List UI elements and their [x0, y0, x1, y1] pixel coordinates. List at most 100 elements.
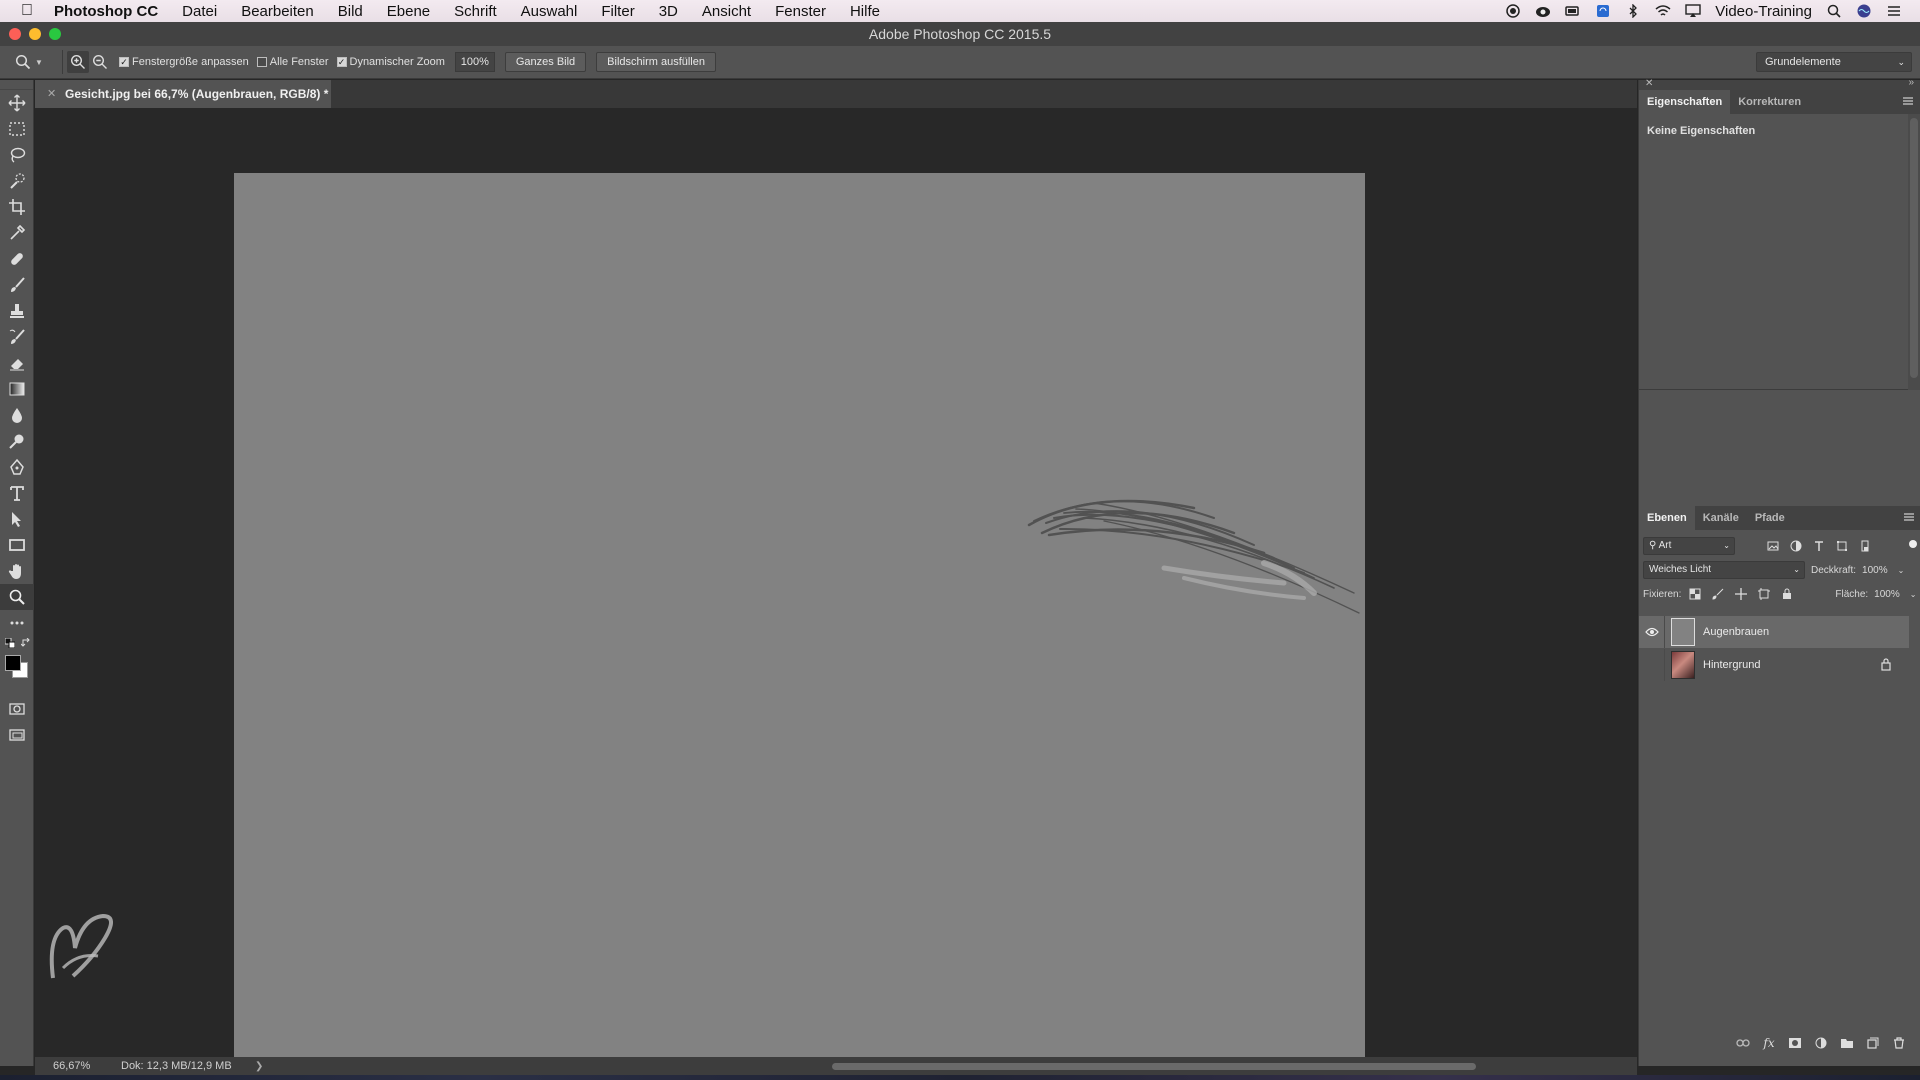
menu-bild[interactable]: Bild: [326, 3, 375, 20]
lock-position-icon[interactable]: [1733, 586, 1749, 602]
eraser-tool[interactable]: [0, 350, 34, 376]
foreground-color-swatch[interactable]: [5, 655, 21, 671]
zoom-tool[interactable]: [0, 584, 34, 610]
record-icon[interactable]: [1505, 4, 1521, 18]
minimize-window-button[interactable]: [29, 28, 41, 40]
screen-mode-button[interactable]: [0, 722, 34, 748]
filter-smart-objects-icon[interactable]: [1857, 538, 1873, 554]
new-group-folder-icon[interactable]: [1839, 1035, 1855, 1051]
properties-scrollbar[interactable]: [1908, 114, 1920, 390]
crop-tool[interactable]: [0, 194, 34, 220]
move-tool[interactable]: [0, 90, 34, 116]
path-selection-tool[interactable]: [0, 506, 34, 532]
panel-menu-icon[interactable]: [1903, 511, 1915, 523]
tab-korrekturen[interactable]: Korrekturen: [1730, 90, 1809, 114]
edit-toolbar-button[interactable]: [0, 610, 34, 636]
close-tab-icon[interactable]: ✕: [47, 80, 56, 108]
tab-eigenschaften[interactable]: Eigenschaften: [1639, 90, 1731, 114]
zoom-out-button[interactable]: [89, 51, 111, 73]
blend-mode-dropdown[interactable]: Weiches Licht ⌄: [1643, 561, 1805, 579]
menubar-user-name[interactable]: Video-Training: [1715, 3, 1812, 20]
lock-all-icon[interactable]: [1779, 586, 1795, 602]
zoom-in-button[interactable]: [67, 51, 89, 73]
lasso-tool[interactable]: [0, 142, 34, 168]
status-menu-arrow-icon[interactable]: ❯: [255, 1061, 263, 1072]
add-mask-icon[interactable]: [1787, 1035, 1803, 1051]
filter-type-layers-icon[interactable]: [1811, 538, 1827, 554]
menu-bearbeiten[interactable]: Bearbeiten: [229, 3, 326, 20]
link-layers-icon[interactable]: [1735, 1035, 1751, 1051]
default-colors-icon[interactable]: [5, 638, 15, 648]
siri-icon[interactable]: [1856, 4, 1872, 18]
panel-menu-icon[interactable]: [1902, 95, 1914, 107]
layer-name[interactable]: Hintergrund: [1703, 659, 1760, 671]
layer-visibility-toggle[interactable]: [1639, 649, 1665, 681]
blur-tool[interactable]: [0, 402, 34, 428]
notification-center-icon[interactable]: [1886, 4, 1902, 18]
layer-row-augenbrauen[interactable]: Augenbrauen: [1639, 616, 1909, 648]
workspace-switcher[interactable]: Grundelemente ⌄: [1756, 52, 1912, 72]
close-panel-icon[interactable]: ✕: [1645, 78, 1653, 89]
menu-schrift[interactable]: Schrift: [442, 3, 509, 20]
chevron-down-icon[interactable]: ⌄: [1898, 566, 1905, 575]
layer-filter-dropdown[interactable]: ⚲ Art ⌄: [1643, 537, 1735, 555]
airplay-icon[interactable]: [1685, 4, 1701, 18]
filter-pixel-layers-icon[interactable]: [1765, 538, 1781, 554]
close-window-button[interactable]: [9, 28, 21, 40]
swap-colors-icon[interactable]: [21, 638, 31, 648]
sync-icon[interactable]: [1595, 4, 1611, 18]
rectangle-tool[interactable]: [0, 532, 34, 558]
document-tab[interactable]: ✕ Gesicht.jpg bei 66,7% (Augenbrauen, RG…: [35, 80, 331, 108]
lock-artboard-icon[interactable]: [1756, 586, 1772, 602]
zoom-percent-field[interactable]: 100%: [454, 52, 495, 72]
panel-grip[interactable]: [0, 80, 33, 90]
layer-style-fx-icon[interactable]: fx: [1761, 1035, 1777, 1051]
wifi-icon[interactable]: [1655, 4, 1671, 18]
document-canvas[interactable]: [234, 173, 1365, 1057]
collapse-panels-icon[interactable]: »: [1908, 77, 1914, 88]
new-adjustment-layer-icon[interactable]: [1813, 1035, 1829, 1051]
layer-visibility-toggle[interactable]: [1639, 616, 1665, 648]
brush-tool[interactable]: [0, 272, 34, 298]
menu-3d[interactable]: 3D: [647, 3, 690, 20]
opacity-value[interactable]: 100%: [1862, 565, 1888, 576]
tool-preset-picker[interactable]: ▼: [0, 49, 58, 75]
tab-pfade[interactable]: Pfade: [1747, 506, 1793, 530]
horizontal-scrollbar[interactable]: [832, 1063, 1476, 1070]
layer-thumbnail[interactable]: [1671, 651, 1695, 679]
lock-transparent-pixels-icon[interactable]: [1687, 586, 1703, 602]
layer-thumbnail[interactable]: [1671, 618, 1695, 646]
menu-filter[interactable]: Filter: [589, 3, 646, 20]
chevron-down-icon[interactable]: ⌄: [1910, 590, 1917, 599]
healing-brush-tool[interactable]: [0, 246, 34, 272]
lock-image-pixels-icon[interactable]: [1710, 586, 1726, 602]
menu-ebene[interactable]: Ebene: [375, 3, 442, 20]
pen-tool[interactable]: [0, 454, 34, 480]
creative-cloud-icon[interactable]: [1535, 4, 1551, 18]
filter-toggle-switch[interactable]: [1909, 540, 1917, 548]
delete-layer-icon[interactable]: [1891, 1035, 1907, 1051]
menu-auswahl[interactable]: Auswahl: [509, 3, 590, 20]
menu-app-name[interactable]: Photoshop CC: [54, 3, 170, 20]
apple-menu-icon[interactable]: : [0, 2, 54, 20]
maximize-window-button[interactable]: [49, 28, 61, 40]
layer-name[interactable]: Augenbrauen: [1703, 626, 1769, 638]
bluetooth-icon[interactable]: [1625, 4, 1641, 18]
quick-mask-button[interactable]: [0, 696, 34, 722]
layer-row-hintergrund[interactable]: Hintergrund: [1639, 649, 1909, 681]
type-tool[interactable]: [0, 480, 34, 506]
filter-adjustment-layers-icon[interactable]: [1788, 538, 1804, 554]
tab-ebenen[interactable]: Ebenen: [1639, 506, 1695, 530]
filter-shape-layers-icon[interactable]: [1834, 538, 1850, 554]
scroll-thumb[interactable]: [1910, 118, 1918, 378]
hand-tool[interactable]: [0, 558, 34, 584]
fill-screen-button[interactable]: Bildschirm ausfüllen: [596, 52, 716, 72]
scrubby-zoom-checkbox[interactable]: ✓ Dynamischer Zoom: [336, 56, 445, 68]
clone-stamp-tool[interactable]: [0, 298, 34, 324]
history-brush-tool[interactable]: [0, 324, 34, 350]
canvas-area[interactable]: [35, 108, 1637, 1057]
battery-status-icon[interactable]: [1565, 4, 1581, 18]
marquee-tool[interactable]: [0, 116, 34, 142]
fit-screen-button[interactable]: Ganzes Bild: [504, 52, 587, 72]
dodge-tool[interactable]: [0, 428, 34, 454]
